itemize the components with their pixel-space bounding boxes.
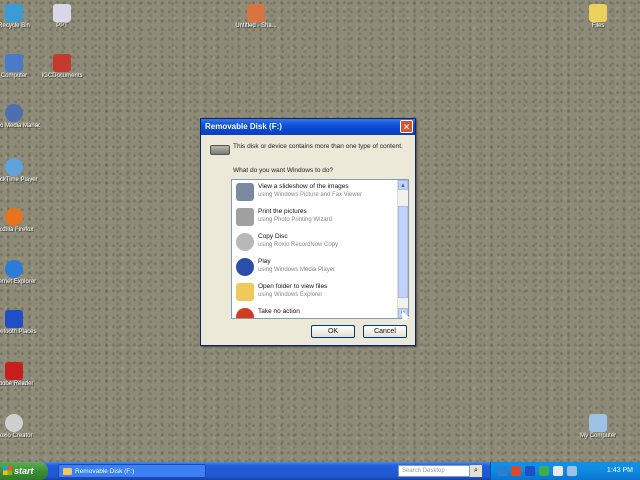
desktop-icon-powerpoint[interactable]: Untitled - Sha... bbox=[230, 4, 282, 30]
folder-icon bbox=[236, 283, 254, 301]
clock[interactable]: 1:43 PM bbox=[607, 462, 633, 480]
list-item-open-folder[interactable]: Open folder to view files using Windows … bbox=[234, 280, 398, 304]
start-label: start bbox=[14, 466, 34, 476]
close-icon: ✕ bbox=[402, 122, 411, 132]
desktop-icon-label: Bluetooth Places bbox=[0, 329, 37, 335]
desktop-icon-roxio-creator[interactable]: Roxio Creator bbox=[0, 414, 40, 440]
option-subtitle: using Photo Printing Wizard bbox=[258, 217, 333, 223]
option-subtitle: using Roxio RecordNow Copy bbox=[258, 242, 339, 248]
desktop-icon-adobe-reader[interactable]: Adobe Reader bbox=[0, 362, 40, 388]
desktop-icon-label: Roxio Creator bbox=[0, 433, 33, 439]
desktop-search-input[interactable]: Search Desktop bbox=[398, 465, 470, 477]
printer-icon bbox=[236, 208, 254, 226]
dialog-message: This disk or device contains more than o… bbox=[233, 143, 403, 150]
disc-icon bbox=[5, 414, 23, 432]
option-subtitle: using Windows Explorer bbox=[258, 292, 323, 298]
folder-icon bbox=[589, 4, 607, 22]
desktop-icon-label: Untitled - Sha... bbox=[235, 23, 277, 29]
desktop-icon-label: Internet Explorer bbox=[0, 279, 37, 285]
action-list[interactable]: View a slideshow of the images using Win… bbox=[231, 179, 409, 319]
desktop-icon-label: Files bbox=[591, 23, 605, 29]
search-button[interactable]: ⌕ bbox=[470, 465, 482, 477]
close-button[interactable]: ✕ bbox=[400, 120, 413, 133]
media-player-icon bbox=[236, 258, 254, 276]
dialog-titlebar[interactable]: Removable Disk (F:) ✕ bbox=[201, 119, 415, 135]
desktop-icon-label: Recycle Bin bbox=[0, 23, 30, 29]
option-title: Take no action bbox=[258, 308, 300, 315]
desktop-icon-igc-documents[interactable]: IGCDocuments bbox=[36, 54, 88, 80]
desktop-icon-files[interactable]: Files bbox=[572, 4, 624, 30]
desktop-icon-ppt[interactable]: PPT bbox=[36, 4, 88, 30]
search-placeholder: Search Desktop bbox=[402, 468, 445, 474]
network-icon[interactable] bbox=[497, 466, 507, 476]
list-item-play[interactable]: Play using Windows Media Player bbox=[234, 255, 398, 279]
option-title: Open folder to view files bbox=[258, 283, 328, 290]
option-subtitle: using Windows Picture and Fax Viewer bbox=[258, 192, 362, 198]
scroll-thumb[interactable] bbox=[398, 206, 408, 298]
scroll-up-button[interactable]: ▲ bbox=[398, 180, 408, 190]
powerpoint-icon bbox=[247, 4, 265, 22]
desktop-icon-roxio-media[interactable]: Roxio Media Manager bbox=[0, 104, 40, 130]
computer-icon bbox=[5, 54, 23, 72]
autoplay-dialog: Removable Disk (F:) ✕ This disk or devic… bbox=[200, 118, 416, 346]
removable-drive-icon bbox=[210, 145, 230, 155]
list-scrollbar[interactable]: ▲ ▼ bbox=[397, 180, 408, 318]
disc-copy-icon bbox=[236, 233, 254, 251]
slideshow-icon bbox=[236, 183, 254, 201]
desktop-icon-quicktime[interactable]: QuickTime Player bbox=[0, 158, 40, 184]
desktop-icon-firefox[interactable]: Mozilla Firefox bbox=[0, 208, 40, 234]
bluetooth-icon[interactable] bbox=[525, 466, 535, 476]
option-title: Print the pictures bbox=[258, 208, 307, 215]
roxio-icon bbox=[5, 104, 23, 122]
taskbar-item-removable-disk[interactable]: Removable Disk (F:) bbox=[58, 464, 206, 478]
list-item-no-action[interactable]: Take no action bbox=[234, 305, 398, 318]
desktop-icon-label: QuickTime Player bbox=[0, 177, 38, 183]
volume-icon[interactable] bbox=[553, 466, 563, 476]
system-tray: 1:43 PM bbox=[490, 462, 640, 480]
start-button[interactable]: start bbox=[0, 462, 48, 480]
document-icon bbox=[53, 4, 71, 22]
folder-icon bbox=[63, 468, 72, 475]
option-title: View a slideshow of the images bbox=[258, 183, 349, 190]
cancel-button[interactable]: Cancel bbox=[363, 325, 407, 338]
taskbar-item-label: Removable Disk (F:) bbox=[75, 468, 135, 475]
option-title: Copy Disc bbox=[258, 233, 288, 240]
dialog-title: Removable Disk (F:) bbox=[205, 122, 282, 131]
windows-logo-icon bbox=[3, 466, 12, 475]
bluetooth-icon bbox=[5, 310, 23, 328]
recycle-bin-icon bbox=[5, 4, 23, 22]
desktop-icon-my-computer[interactable]: My Computer bbox=[572, 414, 624, 440]
list-item-copy-disc[interactable]: Copy Disc using Roxio RecordNow Copy bbox=[234, 230, 398, 254]
taskbar: start Removable Disk (F:) Search Desktop… bbox=[0, 462, 640, 480]
ie-icon bbox=[5, 260, 23, 278]
desktop-icon-label: Mozilla Firefox bbox=[0, 227, 34, 233]
display-icon[interactable] bbox=[567, 466, 577, 476]
desktop-icon-internet-explorer[interactable]: Internet Explorer bbox=[0, 260, 40, 286]
ok-button[interactable]: OK bbox=[311, 325, 355, 338]
desktop-icon-label: Computer bbox=[0, 73, 28, 79]
pdf-icon bbox=[53, 54, 71, 72]
desktop-icon-recycle-bin[interactable]: Recycle Bin bbox=[0, 4, 40, 30]
desktop-icon-label: Roxio Media Manager bbox=[0, 123, 40, 129]
search-icon: ⌕ bbox=[474, 467, 478, 474]
quicktime-icon bbox=[5, 158, 23, 176]
no-action-icon bbox=[236, 308, 254, 318]
desktop-icon-computer[interactable]: Computer bbox=[0, 54, 40, 80]
security-icon[interactable] bbox=[511, 466, 521, 476]
option-subtitle: using Windows Media Player bbox=[258, 267, 336, 273]
dialog-question: What do you want Windows to do? bbox=[233, 167, 334, 174]
desktop-icon-label: IGCDocuments bbox=[41, 73, 83, 79]
my-computer-icon bbox=[589, 414, 607, 432]
list-item-slideshow[interactable]: View a slideshow of the images using Win… bbox=[234, 180, 398, 204]
desktop-icon-label: My Computer bbox=[579, 433, 616, 439]
desktop-icon-label: Adobe Reader bbox=[0, 381, 34, 387]
adobe-reader-icon bbox=[5, 362, 23, 380]
desktop-icon-bluetooth[interactable]: Bluetooth Places bbox=[0, 310, 40, 336]
firefox-icon bbox=[5, 208, 23, 226]
option-title: Play bbox=[258, 258, 271, 265]
sync-icon[interactable] bbox=[539, 466, 549, 476]
desktop-icon-label: PPT bbox=[56, 23, 68, 29]
list-item-print[interactable]: Print the pictures using Photo Printing … bbox=[234, 205, 398, 229]
